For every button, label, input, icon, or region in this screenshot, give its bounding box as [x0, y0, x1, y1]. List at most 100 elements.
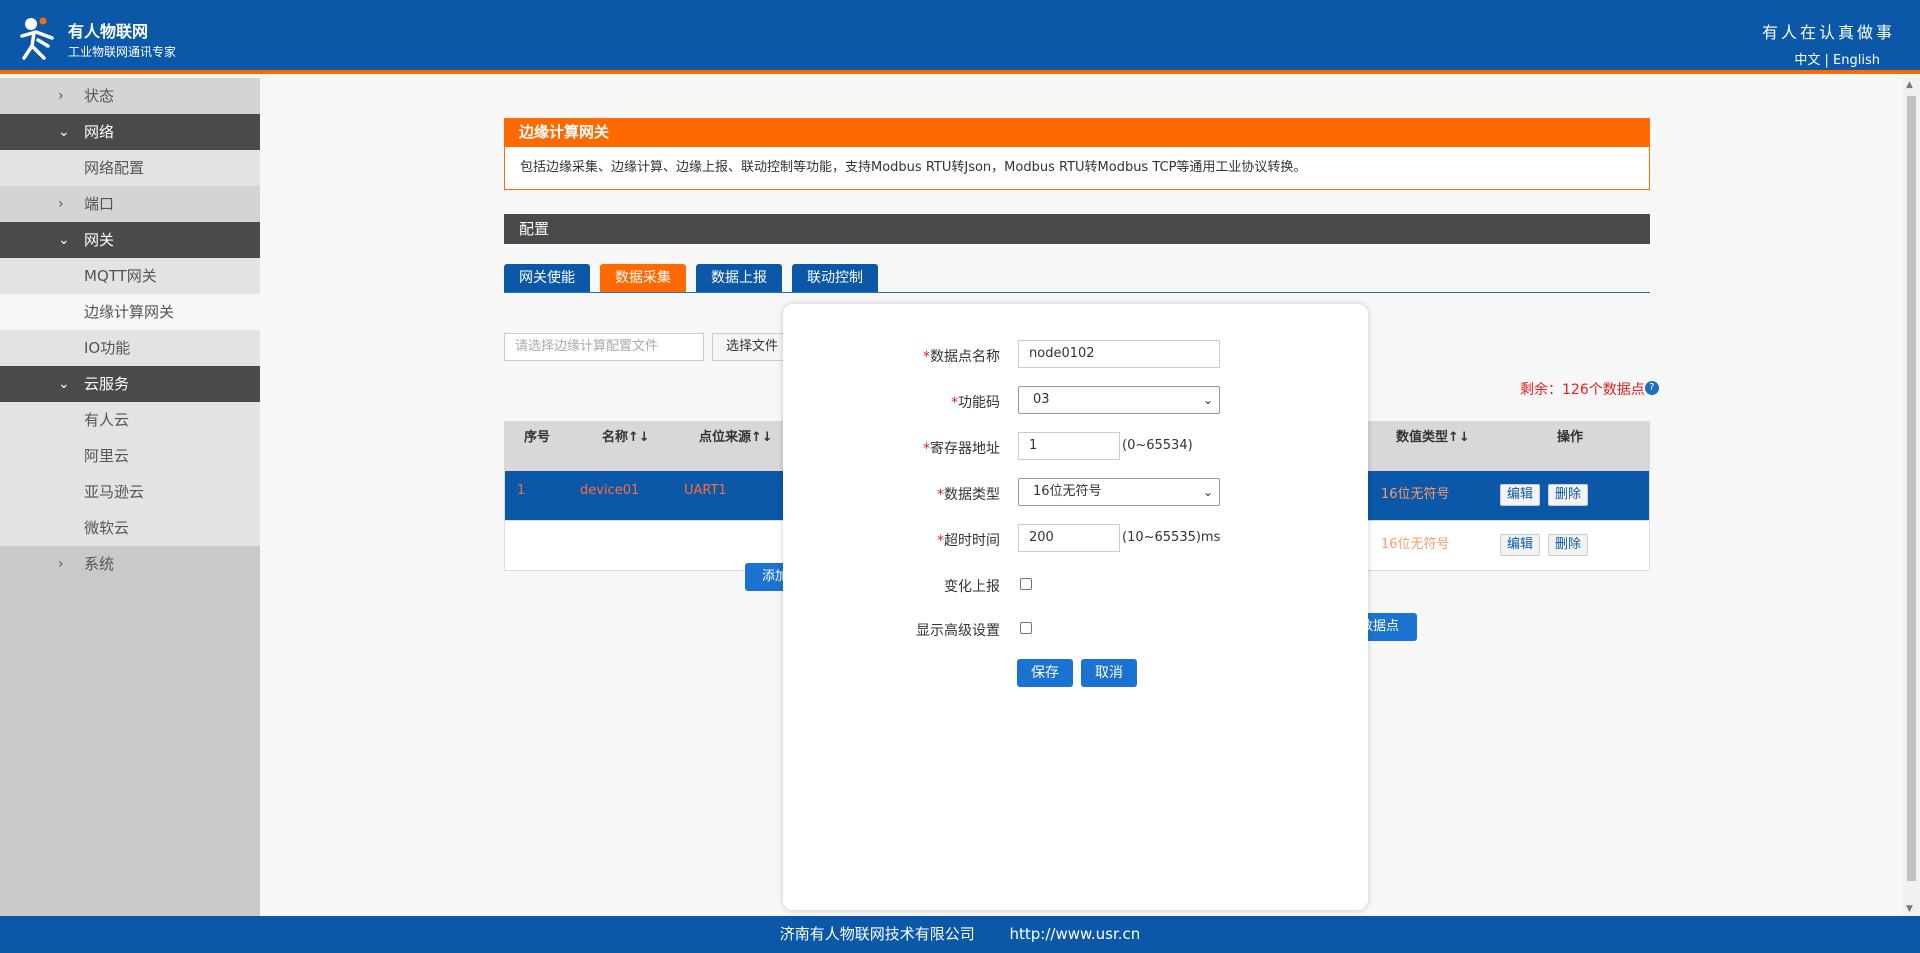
remaining-points: 剩余：126个数据点? — [1520, 379, 1659, 399]
edit-button[interactable]: 编辑 — [1500, 484, 1540, 506]
lang-separator: | — [1824, 53, 1829, 68]
brand-subtitle: 工业物联网通讯专家 — [68, 45, 177, 59]
sidebar-item-network[interactable]: ⌄ 网络 — [0, 114, 260, 150]
footer-url[interactable]: http://www.usr.cn — [1010, 925, 1141, 943]
sidebar-item-azure-cloud[interactable]: 微软云 — [0, 510, 260, 546]
sidebar-item-usr-cloud[interactable]: 有人云 — [0, 402, 260, 438]
chevron-right-icon: › — [58, 556, 64, 572]
row-value-type: 16位无符号 — [1381, 487, 1450, 502]
sidebar-item-label: 网络 — [84, 123, 115, 141]
col-actions: 操作 — [1557, 430, 1584, 445]
timeout-label: *超时时间 — [937, 533, 1000, 549]
section-description: 包括边缘采集、边缘计算、边缘上报、联动控制等功能，支持Modbus RTU转Js… — [504, 146, 1650, 190]
tab-linkage-control[interactable]: 联动控制 — [792, 264, 878, 292]
timeout-hint: (10~65535)ms — [1122, 530, 1221, 545]
chevron-down-icon: ⌄ — [58, 376, 70, 392]
chevron-down-icon: ⌄ — [58, 232, 70, 248]
advanced-label: 显示高级设置 — [916, 623, 1000, 639]
data-type-select[interactable]: 16位无符号 ⌄ — [1018, 478, 1220, 506]
sidebar-item-label: MQTT网关 — [84, 267, 157, 285]
section-title: 边缘计算网关 — [504, 118, 1650, 146]
config-file-input[interactable]: 请选择边缘计算配置文件 — [504, 333, 704, 361]
sidebar-item-ali-cloud[interactable]: 阿里云 — [0, 438, 260, 474]
sidebar-item-port[interactable]: › 端口 — [0, 186, 260, 222]
sidebar-item-label: 系统 — [84, 555, 115, 573]
footer-company: 济南有人物联网技术有限公司 — [779, 925, 975, 943]
sidebar-item-gateway[interactable]: ⌄ 网关 — [0, 222, 260, 258]
row-name: device01 — [580, 483, 640, 498]
timeout-input[interactable]: 200 — [1018, 524, 1120, 552]
edge-gateway-panel: 边缘计算网关 包括边缘采集、边缘计算、边缘上报、联动控制等功能，支持Modbus… — [504, 118, 1650, 190]
form-row-timeout: *超时时间 200 (10~65535)ms — [783, 524, 1368, 554]
sidebar-item-mqtt-gateway[interactable]: MQTT网关 — [0, 258, 260, 294]
col-index[interactable]: 序号 — [524, 421, 550, 455]
sidebar-item-status[interactable]: › 状态 — [0, 78, 260, 114]
advanced-settings-checkbox[interactable] — [1020, 622, 1032, 634]
chevron-right-icon: › — [58, 196, 64, 212]
form-row-dtype: *数据类型 16位无符号 ⌄ — [783, 478, 1368, 508]
chevron-down-icon: ⌄ — [1202, 485, 1213, 499]
form-row-register: *寄存器地址 1 (0~65534) — [783, 432, 1368, 462]
sidebar-item-label: 网关 — [84, 231, 115, 249]
required-mark: * — [923, 349, 930, 365]
sidebar-item-network-config[interactable]: 网络配置 — [0, 150, 260, 186]
register-address-input[interactable]: 1 — [1018, 432, 1120, 460]
scroll-thumb[interactable] — [1907, 96, 1916, 881]
sidebar-item-label: 网络配置 — [84, 159, 145, 177]
col-source[interactable]: 点位来源↑↓ — [699, 421, 773, 455]
slogan: 有人在认真做事 — [1761, 23, 1895, 42]
sidebar-item-label: 状态 — [84, 87, 115, 105]
sidebar-item-label: 云服务 — [84, 375, 130, 393]
col-name[interactable]: 名称↑↓ — [602, 421, 650, 455]
edit-button[interactable]: 编辑 — [1500, 534, 1540, 556]
config-title: 配置 — [504, 214, 1650, 244]
delete-button[interactable]: 删除 — [1548, 534, 1588, 556]
lang-en-link[interactable]: English — [1833, 53, 1880, 68]
function-label: *功能码 — [951, 395, 1000, 411]
remaining-text: 剩余：126个数据点 — [1520, 382, 1645, 398]
language-switch: 中文 | English — [1794, 49, 1880, 68]
lang-zh-link[interactable]: 中文 — [1794, 53, 1820, 68]
scroll-up-icon[interactable]: ▲ — [1906, 80, 1913, 90]
usr-logo-icon — [20, 17, 54, 60]
required-mark: * — [937, 487, 944, 503]
row-value-type: 16位无符号 — [1381, 537, 1450, 552]
row-index: 1 — [517, 483, 526, 498]
change-report-checkbox[interactable] — [1020, 578, 1032, 590]
register-hint: (0~65534) — [1122, 438, 1193, 453]
sidebar-item-label: 微软云 — [84, 519, 130, 537]
scroll-down-icon[interactable]: ▼ — [1906, 904, 1913, 914]
data-point-dialog: *数据点名称 node0102 *功能码 03 ⌄ *寄存器地址 1 (0~655… — [783, 304, 1368, 910]
top-header: 有人物联网 工业物联网通讯专家 有人在认真做事 中文 | English — [0, 0, 1920, 74]
function-code-select[interactable]: 03 ⌄ — [1018, 386, 1220, 414]
page-scrollbar[interactable]: ▲ ▼ — [1903, 78, 1920, 916]
tab-data-report[interactable]: 数据上报 — [696, 264, 782, 292]
chevron-down-icon: ⌄ — [58, 124, 70, 140]
sidebar-item-label: 阿里云 — [84, 447, 130, 465]
sidebar-item-edge-gateway[interactable]: 边缘计算网关 — [0, 294, 260, 330]
chevron-right-icon: › — [58, 88, 64, 104]
sidebar-item-cloud[interactable]: ⌄ 云服务 — [0, 366, 260, 402]
register-label: *寄存器地址 — [923, 441, 1000, 457]
config-tabs: 网关使能 数据采集 数据上报 联动控制 — [504, 264, 1650, 293]
form-row-change-report: 变化上报 — [783, 570, 1368, 600]
sidebar: › 状态 ⌄ 网络 网络配置 › 端口 ⌄ 网关 MQTT网关 边缘计算网关 I… — [0, 78, 260, 916]
help-icon[interactable]: ? — [1644, 381, 1659, 395]
sidebar-item-system[interactable]: › 系统 — [0, 546, 260, 582]
required-mark: * — [937, 533, 944, 549]
point-name-input[interactable]: node0102 — [1018, 340, 1220, 368]
chevron-down-icon: ⌄ — [1202, 393, 1213, 407]
sidebar-item-aws-cloud[interactable]: 亚马逊云 — [0, 474, 260, 510]
tab-data-collect[interactable]: 数据采集 — [600, 264, 686, 292]
name-label: *数据点名称 — [923, 349, 1000, 365]
save-button[interactable]: 保存 — [1017, 659, 1073, 687]
required-mark: * — [923, 441, 930, 457]
tab-gateway-enable[interactable]: 网关使能 — [504, 264, 590, 292]
required-mark: * — [951, 395, 958, 411]
sidebar-item-label: 亚马逊云 — [84, 483, 145, 501]
cancel-button[interactable]: 取消 — [1081, 659, 1137, 687]
sidebar-item-io[interactable]: IO功能 — [0, 330, 260, 366]
delete-button[interactable]: 删除 — [1548, 484, 1588, 506]
choose-file-button[interactable]: 选择文件 — [712, 333, 792, 361]
col-value-type[interactable]: 数值类型↑↓ — [1396, 421, 1470, 455]
